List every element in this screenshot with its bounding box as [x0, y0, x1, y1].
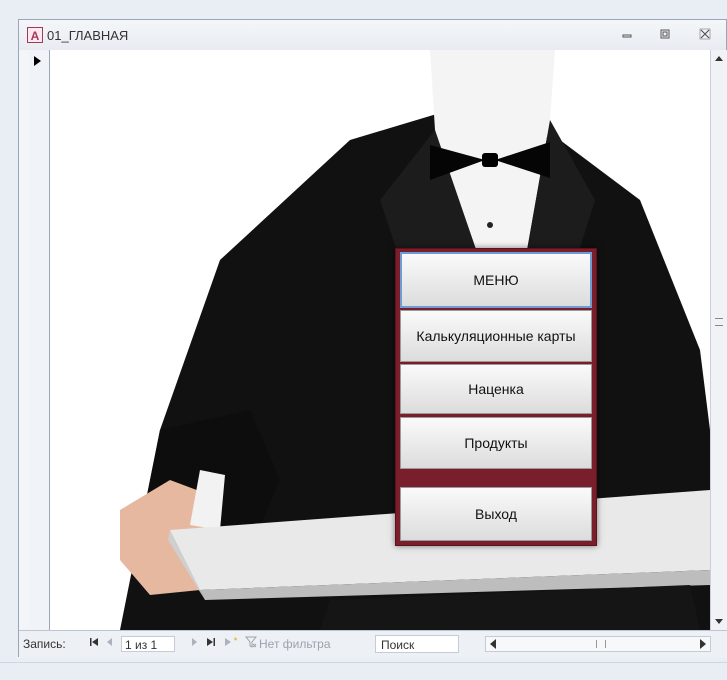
form-window: A 01_ГЛАВНАЯ МЕНЮ Калькуляционные карты …	[18, 19, 727, 658]
current-record-field[interactable]: 1 из 1	[121, 636, 175, 652]
last-record-icon[interactable]	[205, 636, 217, 651]
horizontal-grip-icon[interactable]	[596, 640, 606, 648]
title-bar: A 01_ГЛАВНАЯ	[19, 20, 726, 50]
no-filter-label[interactable]: Нет фильтра	[259, 637, 331, 651]
first-record-icon[interactable]	[89, 636, 99, 651]
record-label: Запись:	[23, 637, 66, 651]
calculation-cards-button[interactable]: Калькуляционные карты	[400, 310, 592, 362]
scroll-grip-icon[interactable]	[715, 318, 723, 326]
next-record-icon[interactable]	[189, 636, 199, 651]
previous-record-icon[interactable]	[105, 636, 115, 651]
new-record-icon[interactable]	[223, 636, 239, 651]
close-icon[interactable]	[697, 28, 713, 42]
horizontal-scrollbar[interactable]	[485, 636, 711, 652]
scroll-up-icon[interactable]	[711, 50, 727, 67]
status-bar	[0, 662, 727, 680]
form-body: МЕНЮ Калькуляционные карты Наценка Проду…	[50, 50, 710, 630]
scroll-down-icon[interactable]	[711, 613, 727, 630]
search-input[interactable]: Поиск	[375, 635, 459, 653]
restore-icon[interactable]	[657, 28, 673, 42]
minimize-icon[interactable]	[619, 28, 635, 42]
main-menu-panel: МЕНЮ Калькуляционные карты Наценка Проду…	[395, 248, 597, 546]
waiter-image	[50, 50, 710, 630]
access-app-icon: A	[27, 27, 43, 43]
exit-button[interactable]: Выход	[400, 487, 592, 541]
vertical-scrollbar[interactable]	[710, 50, 727, 630]
record-selector[interactable]	[29, 50, 50, 630]
markup-button[interactable]: Наценка	[400, 364, 592, 414]
menu-button[interactable]: МЕНЮ	[400, 252, 592, 308]
current-record-arrow-icon	[34, 56, 41, 66]
window-title: 01_ГЛАВНАЯ	[47, 28, 129, 43]
filter-icon	[244, 636, 258, 651]
products-button[interactable]: Продукты	[400, 417, 592, 469]
record-navigation-bar: Запись: 1 из 1 Нет фильтра Поиск	[19, 630, 727, 658]
